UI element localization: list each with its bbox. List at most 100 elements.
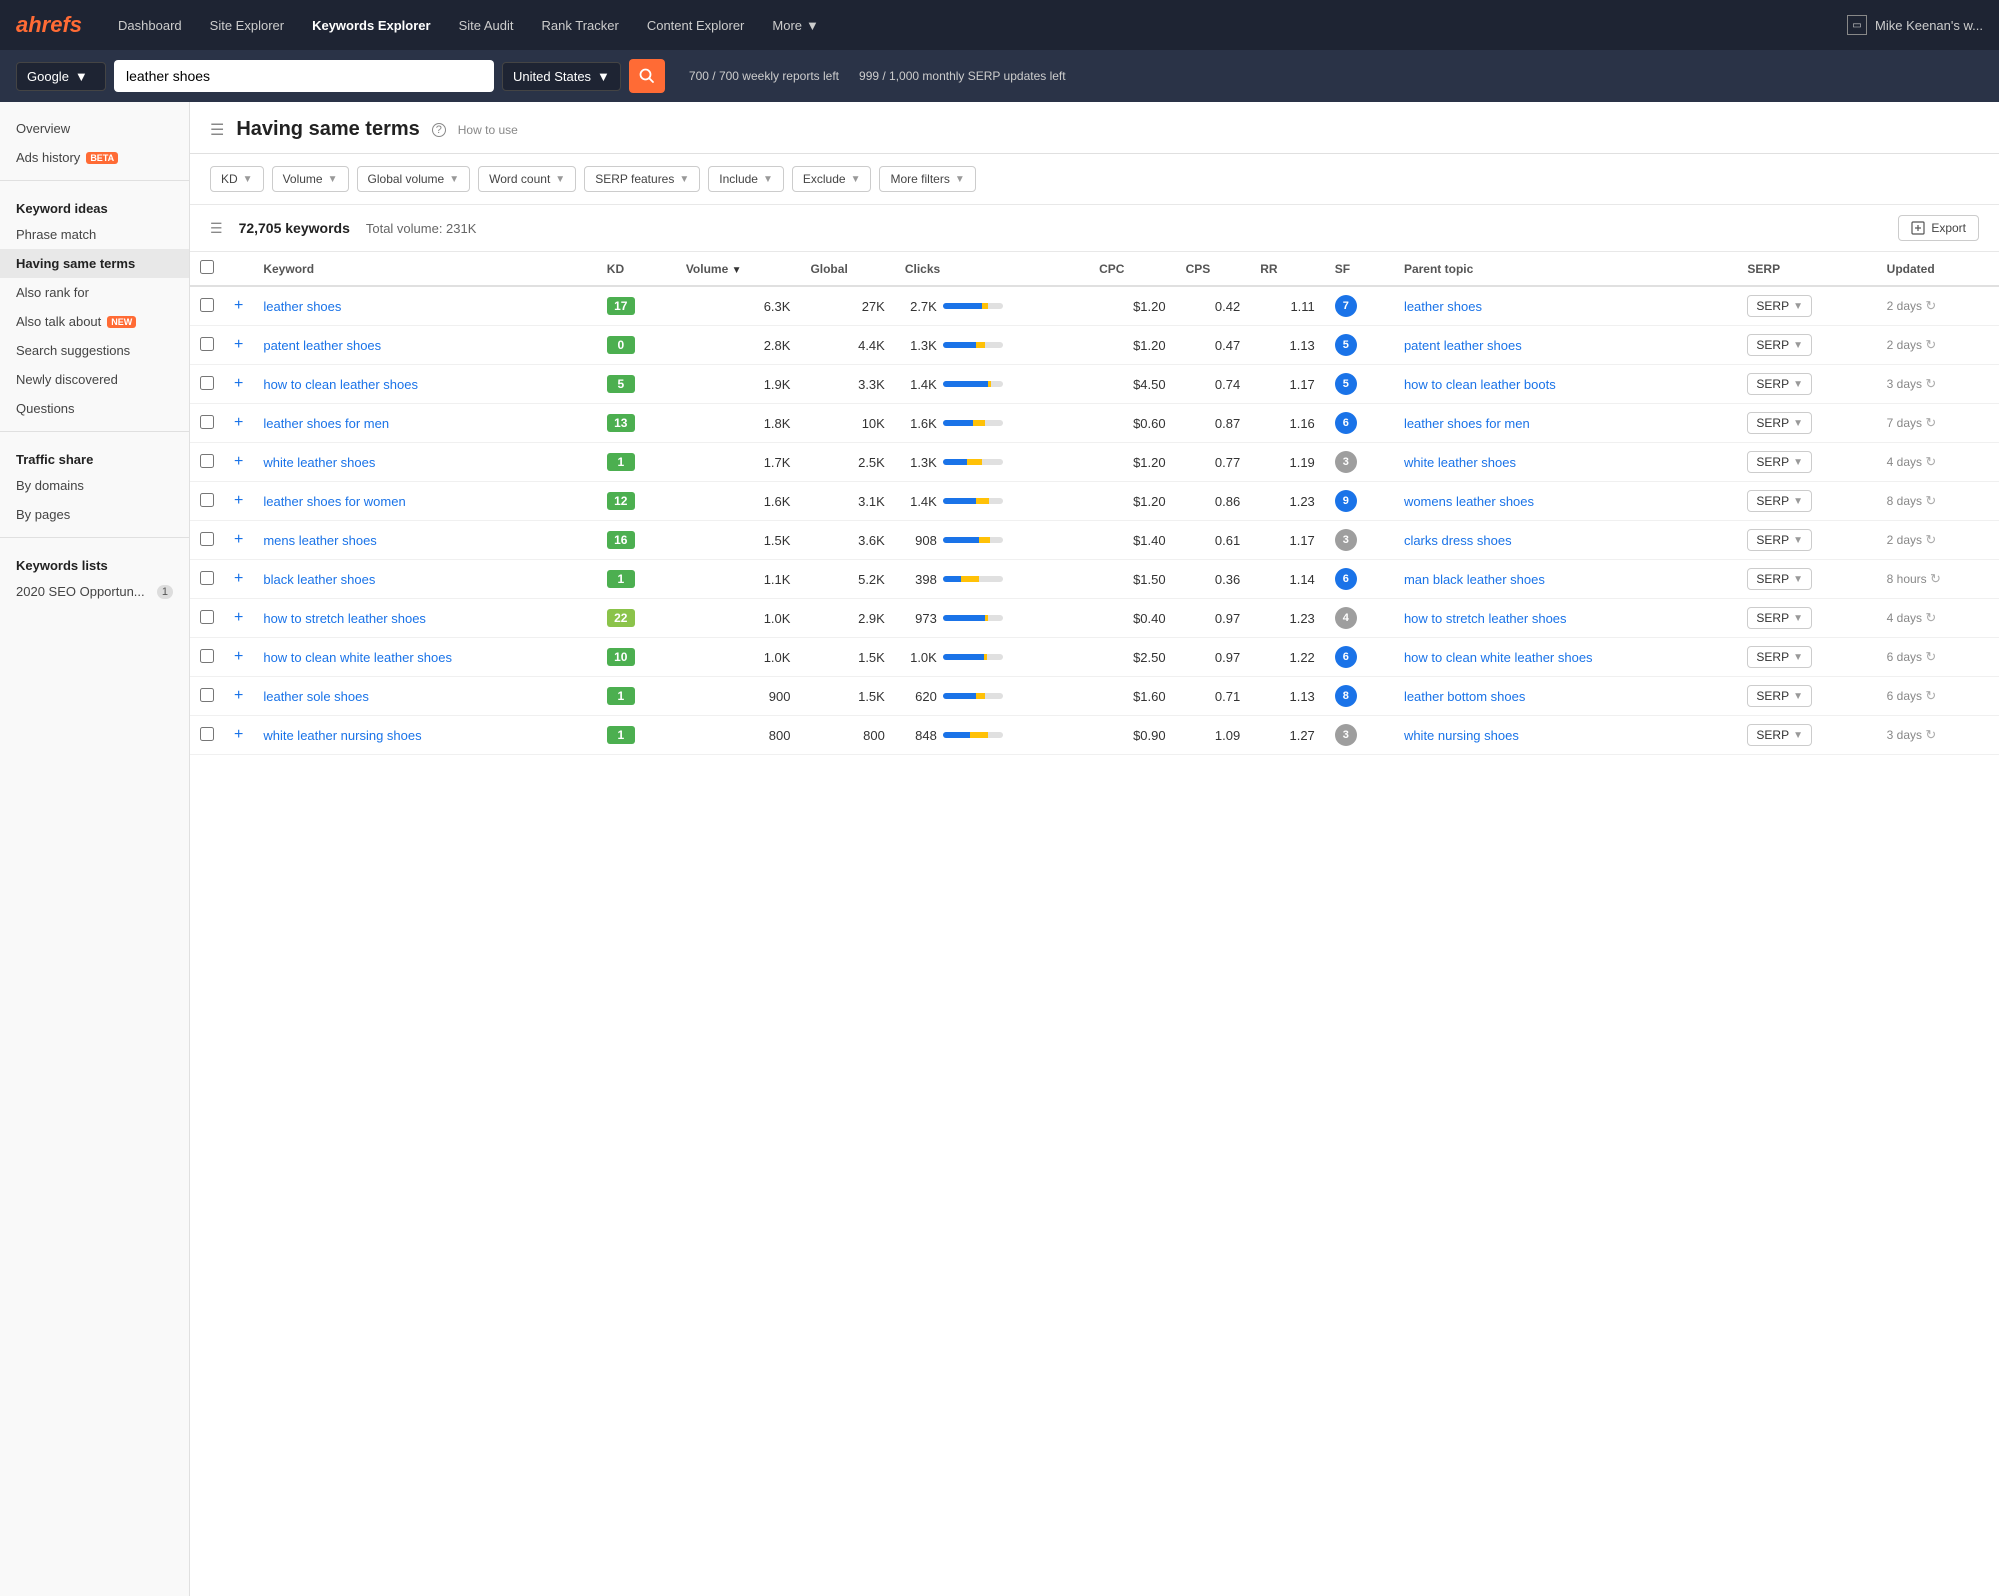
nav-site-explorer[interactable]: Site Explorer [198, 12, 296, 39]
sidebar-item-by-pages[interactable]: By pages [0, 500, 189, 529]
row-checkbox-9[interactable] [200, 649, 214, 663]
search-input[interactable] [114, 60, 494, 92]
nav-more[interactable]: More ▼ [760, 12, 831, 39]
filter-serp-features[interactable]: SERP features ▼ [584, 166, 700, 192]
row-checkbox-6[interactable] [200, 532, 214, 546]
serp-button-3[interactable]: SERP ▼ [1747, 412, 1812, 434]
serp-button-11[interactable]: SERP ▼ [1747, 724, 1812, 746]
sidebar-item-phrase-match[interactable]: Phrase match [0, 220, 189, 249]
sidebar-item-overview[interactable]: Overview [0, 114, 189, 143]
select-all-checkbox[interactable] [200, 260, 214, 274]
refresh-icon-1[interactable]: ↻ [1925, 337, 1936, 352]
row-global-11: 800 [800, 716, 894, 755]
filter-include[interactable]: Include ▼ [708, 166, 784, 192]
row-add-0[interactable]: + [224, 286, 253, 326]
row-add-4[interactable]: + [224, 443, 253, 482]
page-title: Having same terms [236, 118, 419, 141]
row-add-5[interactable]: + [224, 482, 253, 521]
sidebar-item-questions[interactable]: Questions [0, 394, 189, 423]
filter-global-volume[interactable]: Global volume ▼ [357, 166, 471, 192]
sidebar-item-having-same-terms[interactable]: Having same terms [0, 249, 189, 278]
nav-rank-tracker[interactable]: Rank Tracker [530, 12, 631, 39]
country-select[interactable]: United States ▼ [502, 62, 621, 91]
serp-button-7[interactable]: SERP ▼ [1747, 568, 1812, 590]
nav-content-explorer[interactable]: Content Explorer [635, 12, 757, 39]
results-hamburger[interactable]: ☰ [210, 220, 223, 237]
row-checkbox-7[interactable] [200, 571, 214, 585]
sidebar-item-ads-history[interactable]: Ads history BETA [0, 143, 189, 172]
sidebar-item-also-rank-for[interactable]: Also rank for [0, 278, 189, 307]
row-sf-3: 6 [1325, 404, 1394, 443]
serp-button-4[interactable]: SERP ▼ [1747, 451, 1812, 473]
serp-button-10[interactable]: SERP ▼ [1747, 685, 1812, 707]
refresh-icon-0[interactable]: ↻ [1925, 298, 1936, 313]
row-checkbox-5[interactable] [200, 493, 214, 507]
refresh-icon-6[interactable]: ↻ [1925, 532, 1936, 547]
serp-button-5[interactable]: SERP ▼ [1747, 490, 1812, 512]
filter-volume[interactable]: Volume ▼ [272, 166, 349, 192]
row-add-10[interactable]: + [224, 677, 253, 716]
monthly-stat: 999 / 1,000 monthly SERP updates left [859, 69, 1066, 83]
refresh-icon-5[interactable]: ↻ [1925, 493, 1936, 508]
row-serp-8: SERP ▼ [1737, 599, 1876, 638]
nav-keywords-explorer[interactable]: Keywords Explorer [300, 12, 443, 39]
row-checkbox-2[interactable] [200, 376, 214, 390]
refresh-icon-3[interactable]: ↻ [1925, 415, 1936, 430]
row-kd-3: 13 [597, 404, 676, 443]
row-add-6[interactable]: + [224, 521, 253, 560]
row-checkbox-8[interactable] [200, 610, 214, 624]
row-add-1[interactable]: + [224, 326, 253, 365]
refresh-icon-4[interactable]: ↻ [1925, 454, 1936, 469]
export-button[interactable]: Export [1898, 215, 1979, 241]
refresh-icon-7[interactable]: ↻ [1930, 571, 1941, 586]
refresh-icon-8[interactable]: ↻ [1925, 610, 1936, 625]
serp-button-8[interactable]: SERP ▼ [1747, 607, 1812, 629]
user-menu[interactable]: Mike Keenan's w... [1875, 18, 1983, 33]
refresh-icon-2[interactable]: ↻ [1925, 376, 1936, 391]
sidebar-item-newly-discovered[interactable]: Newly discovered [0, 365, 189, 394]
refresh-icon-9[interactable]: ↻ [1925, 649, 1936, 664]
row-rr-4: 1.19 [1250, 443, 1325, 482]
sidebar-item-keywords-list[interactable]: 2020 SEO Opportun... 1 [0, 577, 189, 606]
row-cpc-7: $1.50 [1089, 560, 1176, 599]
filter-kd[interactable]: KD ▼ [210, 166, 264, 192]
filter-more[interactable]: More filters ▼ [879, 166, 975, 192]
row-add-3[interactable]: + [224, 404, 253, 443]
row-checkbox-4[interactable] [200, 454, 214, 468]
hamburger-icon[interactable]: ☰ [210, 120, 224, 140]
row-add-9[interactable]: + [224, 638, 253, 677]
serp-button-9[interactable]: SERP ▼ [1747, 646, 1812, 668]
serp-button-1[interactable]: SERP ▼ [1747, 334, 1812, 356]
row-clicks-6: 908 [895, 521, 1089, 560]
row-checkbox-11[interactable] [200, 727, 214, 741]
row-checkbox-0[interactable] [200, 298, 214, 312]
search-button[interactable] [629, 59, 665, 93]
row-checkbox-1[interactable] [200, 337, 214, 351]
serp-button-0[interactable]: SERP ▼ [1747, 295, 1812, 317]
serp-button-2[interactable]: SERP ▼ [1747, 373, 1812, 395]
how-to-use-link[interactable]: How to use [458, 123, 518, 137]
filter-word-count[interactable]: Word count ▼ [478, 166, 576, 192]
row-checkbox-10[interactable] [200, 688, 214, 702]
refresh-icon-11[interactable]: ↻ [1925, 727, 1936, 742]
row-add-7[interactable]: + [224, 560, 253, 599]
filter-exclude[interactable]: Exclude ▼ [792, 166, 872, 192]
sidebar-section-keywords-lists: Keywords lists [0, 546, 189, 577]
help-icon[interactable]: ? [432, 123, 446, 137]
sidebar-item-also-talk-about[interactable]: Also talk about NEW [0, 307, 189, 336]
sidebar-item-search-suggestions[interactable]: Search suggestions [0, 336, 189, 365]
row-checkbox-3[interactable] [200, 415, 214, 429]
nav-site-audit[interactable]: Site Audit [447, 12, 526, 39]
sidebar-item-by-domains[interactable]: By domains [0, 471, 189, 500]
window-icon[interactable]: ▭ [1847, 15, 1867, 35]
row-add-11[interactable]: + [224, 716, 253, 755]
row-keyword-7: black leather shoes [253, 560, 596, 599]
row-add-8[interactable]: + [224, 599, 253, 638]
nav-dashboard[interactable]: Dashboard [106, 12, 194, 39]
table-row: + leather shoes for women 12 1.6K 3.1K 1… [190, 482, 1999, 521]
serp-button-6[interactable]: SERP ▼ [1747, 529, 1812, 551]
engine-select[interactable]: Google ▼ [16, 62, 106, 91]
row-add-2[interactable]: + [224, 365, 253, 404]
th-volume[interactable]: Volume ▼ [676, 252, 801, 286]
refresh-icon-10[interactable]: ↻ [1925, 688, 1936, 703]
